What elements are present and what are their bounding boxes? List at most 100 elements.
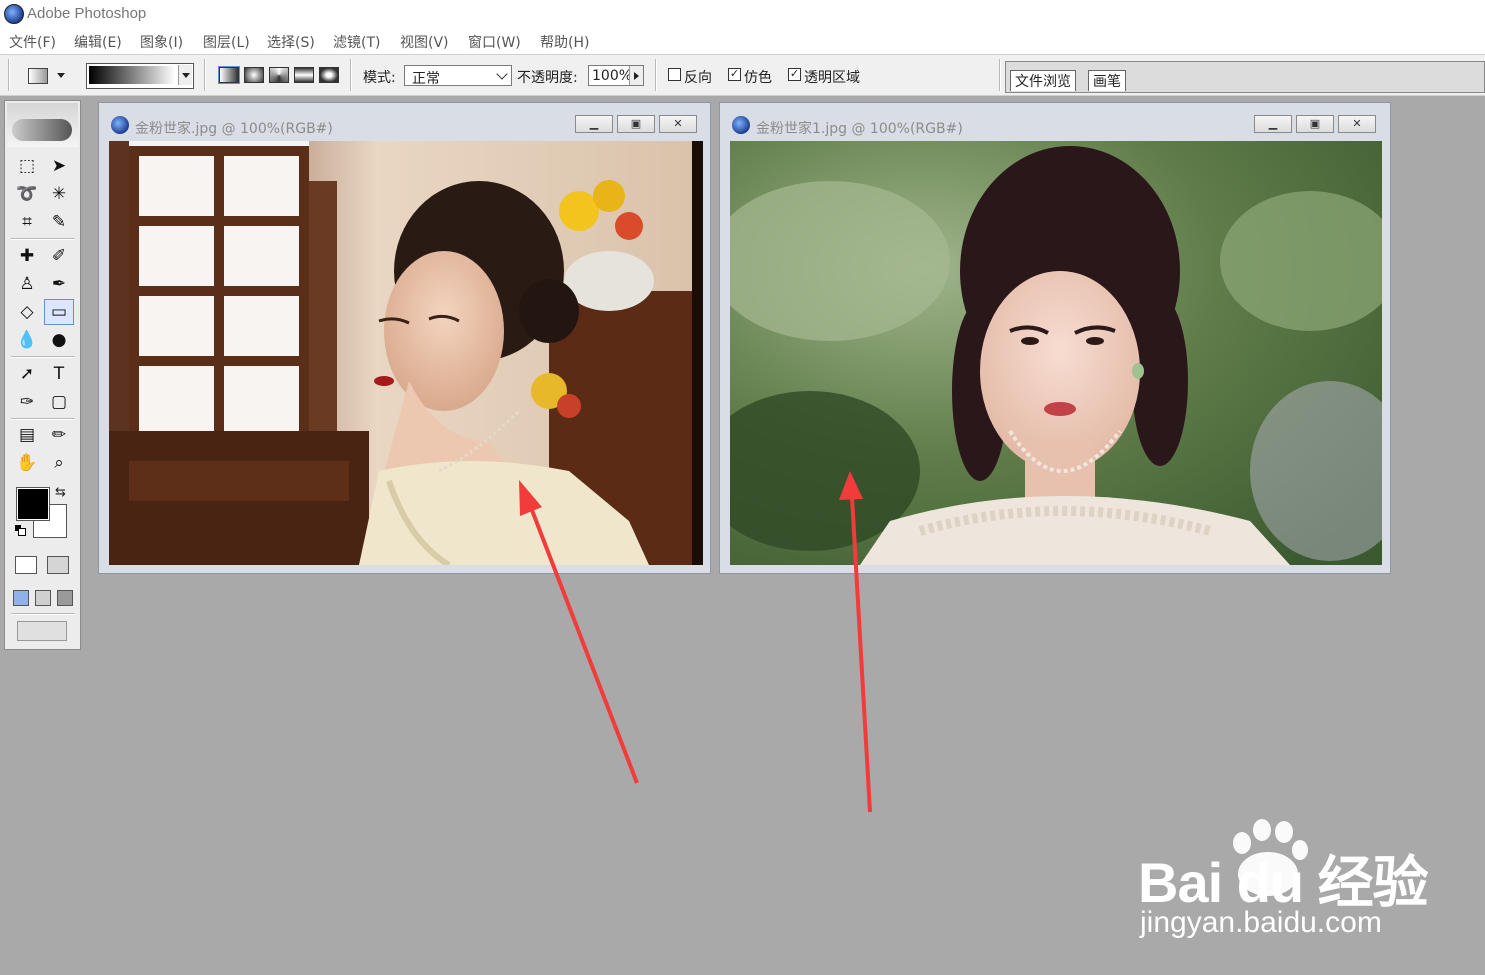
close-button[interactable]: ✕ — [1338, 115, 1376, 133]
menu-image[interactable]: 图象(I) — [140, 32, 183, 52]
tool-preset-picker[interactable] — [26, 67, 65, 85]
menu-view[interactable]: 视图(V) — [400, 32, 449, 52]
menu-window[interactable]: 窗口(W) — [468, 32, 521, 52]
full-screen-menu-mode-button[interactable] — [35, 590, 51, 606]
opacity-input[interactable]: 100% — [588, 65, 644, 86]
menu-select[interactable]: 选择(S) — [267, 32, 315, 52]
minimize-button[interactable]: ▁ — [1254, 115, 1292, 133]
menu-layer[interactable]: 图层(L) — [203, 32, 250, 52]
standard-mode-button[interactable] — [15, 556, 37, 574]
opacity-value: 100% — [592, 68, 633, 84]
full-screen-mode-button[interactable] — [57, 590, 73, 606]
transparency-checkbox[interactable]: ✓ — [788, 68, 801, 81]
brush-tool-icon[interactable]: ✐ — [45, 244, 73, 268]
standard-screen-mode-button[interactable] — [13, 590, 29, 606]
toolbox-header[interactable] — [7, 103, 78, 147]
photoshop-feather-icon — [12, 119, 72, 141]
magic-wand-tool-icon[interactable]: ✳ — [45, 182, 73, 206]
tab-brushes[interactable]: 画笔 — [1088, 70, 1126, 91]
shape-tool-icon[interactable]: ▢ — [45, 390, 73, 414]
diamond-gradient-button[interactable] — [319, 67, 339, 83]
history-brush-tool-icon[interactable]: ✒ — [45, 272, 73, 296]
notes-tool-icon[interactable]: ▤ — [13, 423, 41, 447]
angle-gradient-button[interactable] — [269, 67, 289, 83]
toolbox-separator — [11, 418, 75, 419]
document-icon — [732, 116, 750, 134]
foreground-color-swatch[interactable] — [16, 487, 50, 521]
options-separator — [350, 59, 351, 91]
document-title: 金粉世家.jpg @ 100%(RGB#) — [135, 121, 333, 137]
reverse-label: 反向 — [684, 70, 712, 86]
maximize-button[interactable]: ▣ — [617, 115, 655, 133]
move-tool-icon[interactable]: ➤ — [45, 154, 73, 178]
toolbox-separator — [11, 356, 75, 357]
menu-edit[interactable]: 编辑(E) — [74, 32, 122, 52]
maximize-button[interactable]: ▣ — [1296, 115, 1334, 133]
linear-gradient-button[interactable] — [218, 66, 240, 84]
gradient-preview — [89, 66, 175, 84]
slice-tool-icon[interactable]: ✎ — [45, 210, 73, 234]
reverse-checkbox[interactable] — [668, 68, 681, 81]
hand-tool-icon[interactable]: ✋ — [13, 451, 41, 475]
chevron-down-icon — [496, 68, 508, 80]
eraser-tool-icon[interactable]: ◇ — [13, 300, 41, 324]
dither-label: 仿色 — [744, 70, 772, 86]
radial-gradient-button[interactable] — [244, 67, 264, 83]
menu-bar: 文件(F) 编辑(E) 图象(I) 图层(L) 选择(S) 滤镜(T) 视图(V… — [0, 28, 1485, 55]
options-separator — [999, 59, 1000, 91]
toolbox-separator — [11, 613, 75, 614]
menu-filter[interactable]: 滤镜(T) — [333, 32, 380, 52]
gradient-dropdown-button[interactable] — [178, 65, 192, 85]
gradient-tool-icon[interactable]: ▭ — [44, 299, 74, 325]
quick-mask-button[interactable] — [47, 556, 69, 574]
app-title: Adobe Photoshop — [27, 5, 147, 22]
type-tool-icon[interactable]: T — [45, 362, 73, 386]
gradient-tool-icon — [28, 68, 48, 84]
mode-select[interactable]: 正常 — [404, 65, 512, 87]
opacity-slider-button[interactable] — [629, 66, 643, 85]
crop-tool-icon[interactable]: ⌗ — [13, 210, 41, 234]
close-button[interactable]: ✕ — [659, 115, 697, 133]
healing-brush-tool-icon[interactable]: ✚ — [13, 244, 41, 268]
document-title-bar[interactable]: 金粉世家1.jpg @ 100%(RGB#) ▁ ▣ ✕ — [720, 103, 1390, 141]
options-separator — [655, 59, 656, 91]
options-bar: 模式: 正常 不透明度: 100% 反向 ✓ 仿色 ✓ 透明区域 文件浏览 画笔 — [0, 55, 1485, 96]
options-grip[interactable] — [8, 59, 9, 91]
palette-well: 文件浏览 画笔 — [1005, 61, 1485, 93]
menu-file[interactable]: 文件(F) — [9, 32, 56, 52]
opacity-label: 不透明度: — [517, 70, 578, 86]
dither-checkbox[interactable]: ✓ — [728, 68, 741, 81]
zoom-tool-icon[interactable]: ⌕ — [45, 451, 73, 475]
toolbox: ⬚ ➤ ➰ ✳ ⌗ ✎ ✚ ✐ ♙ ✒ ◇ ▭ 💧 ● ➚ T ✑ ▢ ▤ ✏ … — [4, 100, 81, 650]
blur-tool-icon[interactable]: 💧 — [13, 328, 41, 352]
pen-tool-icon[interactable]: ✑ — [13, 390, 41, 414]
options-separator — [204, 59, 205, 91]
portrait-photo-1 — [109, 141, 703, 565]
clone-stamp-tool-icon[interactable]: ♙ — [13, 272, 41, 296]
gradient-picker[interactable] — [86, 63, 194, 89]
title-bar: Adobe Photoshop — [0, 0, 1485, 28]
document-window-1: 金粉世家.jpg @ 100%(RGB#) ▁ ▣ ✕ — [98, 102, 711, 574]
path-selection-tool-icon[interactable]: ➚ — [13, 362, 41, 386]
document-canvas-2[interactable] — [730, 141, 1382, 565]
document-title-bar[interactable]: 金粉世家.jpg @ 100%(RGB#) ▁ ▣ ✕ — [99, 103, 710, 141]
eyedropper-tool-icon[interactable]: ✏ — [45, 423, 73, 447]
menu-help[interactable]: 帮助(H) — [540, 32, 589, 52]
watermark-url: jingyan.baidu.com — [1140, 906, 1382, 939]
mode-value: 正常 — [412, 71, 440, 87]
portrait-photo-2 — [730, 141, 1382, 565]
tab-file-browser[interactable]: 文件浏览 — [1010, 70, 1076, 91]
transparency-label: 透明区域 — [804, 70, 860, 86]
default-colors-icon[interactable] — [15, 525, 26, 536]
jump-to-imageready-button[interactable] — [17, 621, 67, 641]
lasso-tool-icon[interactable]: ➰ — [13, 182, 41, 206]
toolbox-separator — [11, 238, 75, 239]
document-canvas-1[interactable] — [109, 141, 703, 565]
minimize-button[interactable]: ▁ — [575, 115, 613, 133]
marquee-tool-icon[interactable]: ⬚ — [13, 154, 41, 178]
reflected-gradient-button[interactable] — [294, 67, 314, 83]
document-window-2: 金粉世家1.jpg @ 100%(RGB#) ▁ ▣ ✕ — [719, 102, 1391, 574]
dodge-tool-icon[interactable]: ● — [45, 328, 73, 352]
chevron-down-icon — [57, 73, 65, 78]
swap-colors-icon[interactable]: ⇆ — [55, 485, 66, 500]
